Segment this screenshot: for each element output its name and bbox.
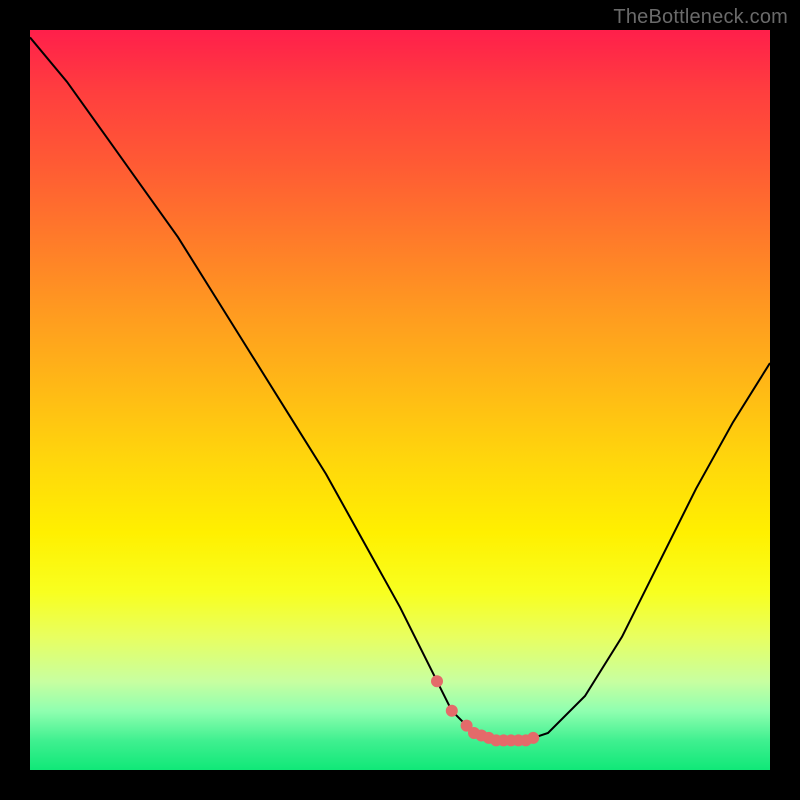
chart-plot-area (30, 30, 770, 770)
curve-annotation-dots (431, 675, 539, 746)
bottleneck-curve (30, 37, 770, 740)
annotation-dot (527, 732, 539, 744)
chart-frame: TheBottleneck.com (0, 0, 800, 800)
annotation-dot (431, 675, 443, 687)
watermark-text: TheBottleneck.com (613, 6, 788, 29)
chart-svg (30, 30, 770, 770)
annotation-dot (446, 705, 458, 717)
